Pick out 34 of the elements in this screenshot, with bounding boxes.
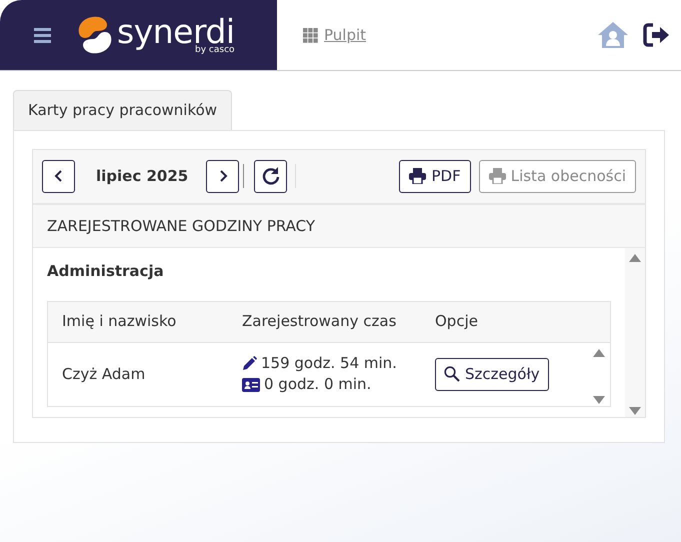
- previous-month-button[interactable]: [42, 160, 75, 192]
- search-icon: [444, 366, 460, 382]
- chevron-left-icon: [54, 169, 64, 183]
- next-month-button[interactable]: [206, 160, 240, 192]
- refresh-button[interactable]: [254, 160, 288, 192]
- time-value: 0 godz. 0 min.: [264, 374, 372, 395]
- scrollbar[interactable]: [588, 342, 610, 406]
- print-button[interactable]: PDF: [399, 160, 471, 192]
- table-cell: Czyż Adam: [62, 364, 146, 383]
- scroll-down-icon[interactable]: [629, 406, 641, 414]
- time-value: 159 godz. 54 min.: [261, 353, 397, 374]
- column-header: Imię i nazwisko: [62, 312, 176, 330]
- scroll-up-icon[interactable]: [593, 348, 605, 356]
- section-title: ZAREJESTROWANE GODZINY PRACY: [33, 204, 645, 248]
- menu-icon[interactable]: [34, 28, 51, 42]
- scroll-up-icon[interactable]: [629, 254, 641, 262]
- printer-icon: [488, 168, 506, 184]
- grid-icon: [303, 28, 318, 42]
- scroll-down-icon[interactable]: [593, 396, 605, 404]
- refresh-icon: [260, 166, 281, 186]
- logout-icon[interactable]: [643, 23, 671, 47]
- scrollbar[interactable]: [625, 248, 645, 416]
- column-header: Zarejestrowany czas: [242, 312, 396, 330]
- details-button[interactable]: Szczegóły: [435, 358, 549, 390]
- nav-link[interactable]: Pulpit: [277, 0, 597, 70]
- pencil-icon: [242, 356, 257, 371]
- id-card-icon: [242, 378, 260, 392]
- home-icon[interactable]: [597, 21, 629, 49]
- tab[interactable]: Karty pracy pracowników: [13, 90, 232, 130]
- period-label: lipiec 2025: [95, 166, 190, 187]
- column-header: Opcje: [435, 312, 478, 330]
- group-title: Administracja: [47, 261, 165, 282]
- printer-icon: [409, 168, 426, 184]
- chevron-right-icon: [218, 169, 228, 183]
